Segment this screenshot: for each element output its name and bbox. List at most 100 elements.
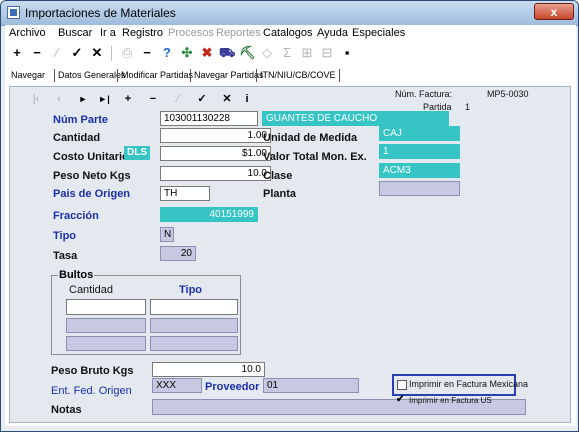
menu-catalogos[interactable]: Catalogos [263, 27, 313, 39]
tool-x-icon[interactable]: ✖ [199, 45, 215, 61]
help-icon[interactable]: ? [159, 45, 175, 61]
tab-separator [54, 69, 55, 82]
fraccion-field[interactable]: 40151999 [160, 207, 258, 222]
cantidad-label: Cantidad [53, 132, 101, 144]
tab-modificar-partidas[interactable]: Modificar Partidas [121, 67, 193, 83]
notas-label: Notas [51, 404, 82, 416]
tool-tree-icon[interactable]: ✣ [179, 45, 195, 61]
title-bar[interactable]: Importaciones de Materiales x [1, 1, 578, 26]
nav-accept-icon[interactable]: ✓ [195, 92, 209, 106]
ent-fed-origen-field[interactable]: XXX [152, 378, 202, 393]
descripcion-field[interactable]: GUANTES DE CAUCHO [262, 111, 449, 126]
minus-icon[interactable]: − [139, 45, 155, 61]
app-icon [7, 6, 20, 19]
save-icon[interactable]: ▪ [339, 45, 355, 61]
menu-procesos[interactable]: Procesos [168, 27, 214, 39]
bultos-tipo-field[interactable] [150, 336, 238, 351]
add-record-icon[interactable]: + [9, 45, 25, 61]
nav-add-icon[interactable]: + [121, 92, 135, 106]
tipo-label: Tipo [53, 230, 77, 242]
tab-navegar-partidas[interactable]: Navegar Partidas [194, 67, 264, 83]
tab-separator [256, 69, 257, 82]
tab-navegar[interactable]: Navegar [11, 67, 45, 83]
app-window: Importaciones de Materiales x Archivo Bu… [0, 0, 579, 432]
nav-remove-icon[interactable]: − [146, 92, 160, 106]
bultos-tipo-field[interactable] [150, 299, 238, 315]
tool-grid2-icon[interactable]: ⊟ [319, 45, 335, 61]
bultos-cantidad-label: Cantidad [69, 284, 114, 296]
tipo-field[interactable]: N [160, 227, 174, 242]
clase-label: Clase [263, 170, 293, 182]
window-title: Importaciones de Materiales [25, 6, 176, 20]
sum-icon[interactable]: Σ [279, 45, 295, 61]
close-button[interactable]: x [534, 3, 574, 20]
unidad-field[interactable]: CAJ [379, 126, 460, 141]
tool-shovel-icon[interactable]: ⛏ [239, 45, 256, 61]
last-record-icon[interactable]: ►| [97, 92, 111, 106]
num-factura-value: MP5-0030 [487, 89, 529, 99]
menu-ayuda[interactable]: Ayuda [317, 27, 348, 39]
menu-ir-a[interactable]: Ir a [100, 27, 116, 39]
edit-icon[interactable]: ⁄ [49, 45, 65, 61]
bultos-cantidad-field[interactable] [66, 318, 146, 333]
valor-total-field[interactable]: 1 [379, 144, 460, 159]
num-parte-field[interactable]: 103001130228 [160, 111, 258, 126]
tasa-label: Tasa [53, 250, 78, 262]
bultos-tipo-field[interactable] [150, 318, 238, 333]
next-record-icon[interactable]: ► [76, 92, 90, 106]
prev-record-icon[interactable]: ‹ [52, 92, 66, 106]
bultos-tipo-label: Tipo [179, 284, 203, 296]
print-icon[interactable]: ⎙ [119, 45, 135, 61]
bultos-cantidad-field[interactable] [66, 299, 146, 315]
toolbar-separator [111, 46, 112, 61]
tool-diamond-icon[interactable]: ◇ [259, 45, 275, 61]
planta-label: Planta [263, 188, 297, 200]
pais-origen-field[interactable]: TH [160, 186, 210, 201]
moneda-badge[interactable]: DLS [124, 146, 150, 160]
menu-bar: Archivo Buscar Ir a Registro Procesos Re… [5, 25, 576, 42]
ent-fed-origen-label: Ent. Fed. Origen [51, 385, 132, 397]
costo-unitario-label: Costo Unitario [53, 151, 129, 163]
menu-registro[interactable]: Registro [122, 27, 163, 39]
tool-grid-icon[interactable]: ⊞ [299, 45, 315, 61]
num-parte-label: Núm Parte [53, 114, 109, 126]
menu-buscar[interactable]: Buscar [58, 27, 92, 39]
costo-field[interactable]: $1.00 [160, 146, 271, 161]
tool-truck-icon[interactable]: ⛟ [219, 45, 235, 61]
pais-origen-label: Pais de Origen [53, 188, 131, 200]
toolbar: + − ⁄ ✓ ✕ ⎙ − ? ✣ ✖ ⛟ ⛏ ◇ Σ ⊞ ⊟ ▪ [5, 42, 576, 64]
peso-bruto-label: Peso Bruto Kgs [51, 365, 134, 377]
menu-reportes[interactable]: Reportes [216, 27, 261, 39]
imprimir-mx-checkbox[interactable] [397, 380, 407, 390]
num-factura-label: Núm. Factura: [395, 89, 453, 99]
peso-neto-label: Peso Neto Kgs [53, 170, 131, 182]
bultos-legend: Bultos [58, 269, 95, 281]
nav-info-icon[interactable]: i [240, 92, 254, 106]
planta-field[interactable] [379, 181, 460, 196]
unidad-label: Unidad de Medida [263, 132, 358, 144]
peso-neto-field[interactable]: 10.0 [160, 166, 271, 181]
menu-especiales[interactable]: Especiales [352, 27, 405, 39]
delete-record-icon[interactable]: − [29, 45, 45, 61]
cantidad-field[interactable]: 1.00 [160, 128, 271, 143]
nav-edit-icon[interactable]: ⁄ [171, 92, 185, 106]
imprimir-us-label: Imprimir en Factura US [409, 396, 492, 405]
proveedor-label: Proveedor [205, 381, 260, 393]
first-record-icon[interactable]: |‹ [29, 92, 43, 106]
nav-cancel-icon[interactable]: ✕ [220, 92, 234, 106]
tasa-field[interactable]: 20 [160, 246, 196, 261]
clase-field[interactable]: ACM3 [379, 163, 460, 178]
proveedor-field[interactable]: 01 [263, 378, 359, 393]
valor-total-label: Valor Total Mon. Ex. [263, 151, 367, 163]
tab-itn-niu[interactable]: ITN/NIU/CB/COVE [260, 67, 336, 83]
imprimir-us-check[interactable]: ✔ [396, 394, 404, 405]
tab-separator [190, 69, 191, 82]
peso-bruto-field[interactable]: 10.0 [152, 362, 265, 377]
tab-separator [117, 69, 118, 82]
fraccion-label: Fracción [53, 210, 99, 222]
tab-datos-generales[interactable]: Datos Generales [58, 67, 126, 83]
bultos-cantidad-field[interactable] [66, 336, 146, 351]
accept-icon[interactable]: ✓ [69, 45, 85, 61]
menu-archivo[interactable]: Archivo [9, 27, 46, 39]
cancel-icon[interactable]: ✕ [89, 45, 105, 61]
